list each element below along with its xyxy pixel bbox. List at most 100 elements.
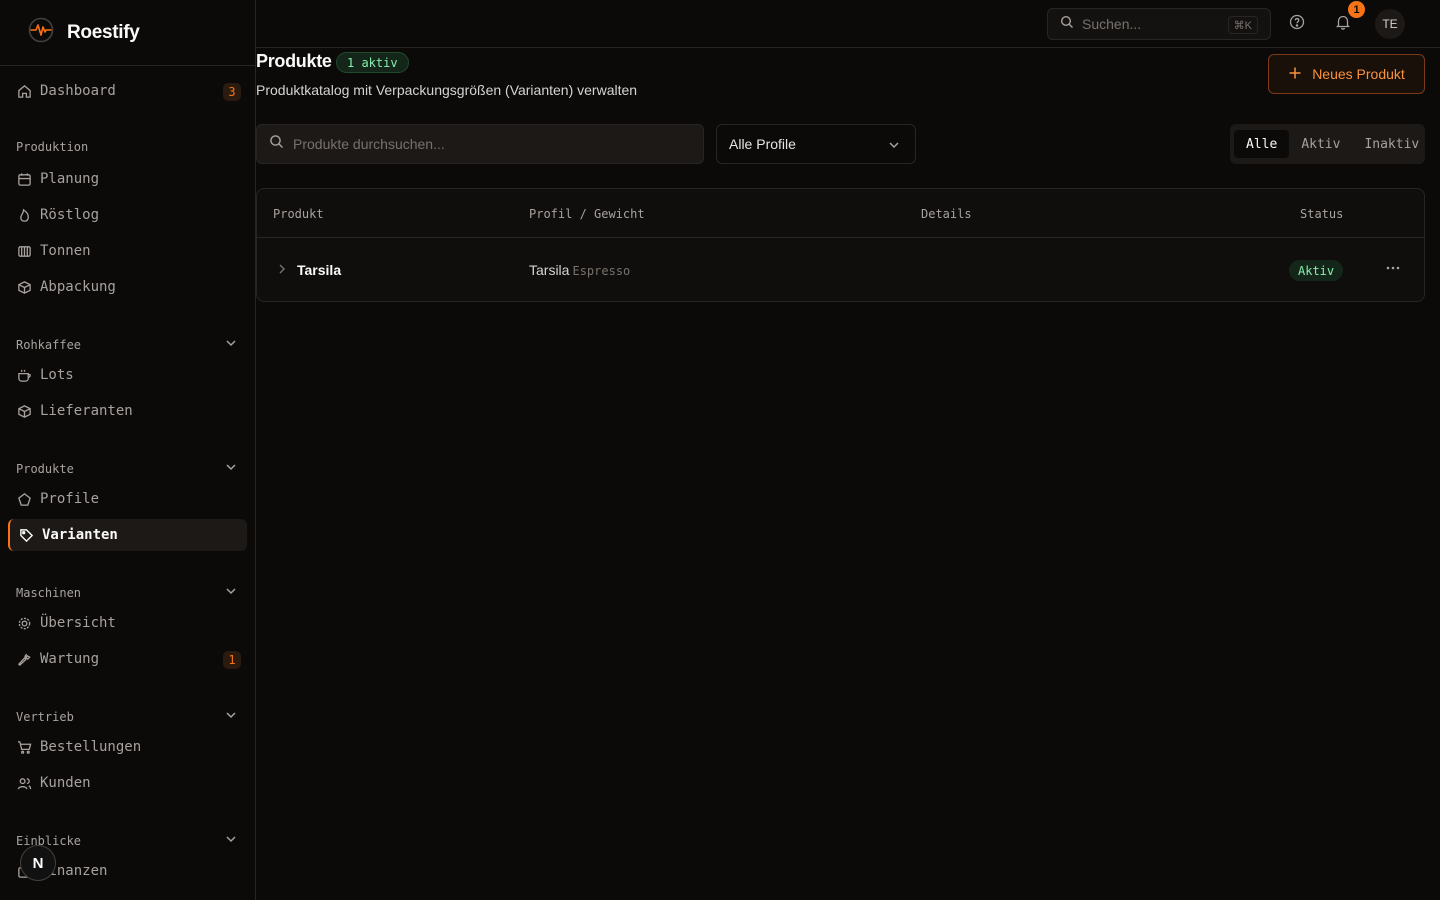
section-vertrieb[interactable]: Vertrieb <box>16 708 240 725</box>
column-header-status[interactable]: Status <box>1300 207 1343 221</box>
dashboard-badge: 3 <box>223 83 241 101</box>
profile-type: Espresso <box>572 264 631 278</box>
chevron-down-icon <box>224 336 240 353</box>
global-search-placeholder: Suchen... <box>1082 16 1142 32</box>
status-filter-alle[interactable]: Alle <box>1234 130 1290 158</box>
shortcut-hint: ⌘K <box>1227 16 1258 34</box>
dev-tools-avatar[interactable]: N <box>20 845 56 881</box>
sidebar-item-label: Übersicht <box>40 615 116 631</box>
chevron-down-icon <box>224 708 240 725</box>
profile-filter-select[interactable]: Alle Profile <box>716 124 916 164</box>
wartung-badge: 1 <box>223 651 241 669</box>
pulse-logo-icon <box>28 17 54 48</box>
page-subtitle: Produktkatalog mit Verpackungsgrößen (Va… <box>256 82 638 98</box>
calendar-icon <box>16 171 32 187</box>
column-header-details: Details <box>921 207 972 221</box>
sidebar-item-label: Lieferanten <box>40 403 133 419</box>
wrench-icon <box>16 651 32 667</box>
sidebar-item-bestellungen[interactable]: Bestellungen <box>8 731 247 763</box>
product-search[interactable] <box>256 124 704 164</box>
brand[interactable]: Roestify <box>0 0 255 66</box>
active-count-badge: 1 aktiv <box>336 52 409 73</box>
product-search-input[interactable] <box>293 136 693 152</box>
new-product-label: Neues Produkt <box>1312 66 1405 82</box>
section-label: Produkte <box>16 461 74 476</box>
status-filter-toggle: Alle Aktiv Inaktiv <box>1230 124 1425 164</box>
sidebar-item-kunden[interactable]: Kunden <box>8 767 247 799</box>
section-maschinen[interactable]: Maschinen <box>16 584 240 601</box>
help-circle-icon <box>1289 14 1305 35</box>
section-produkte[interactable]: Produkte <box>16 460 240 477</box>
sidebar-item-label: Röstlog <box>40 207 100 223</box>
status-badge: Aktiv <box>1289 260 1344 281</box>
sidebar-item-label: Kunden <box>40 775 91 791</box>
search-icon <box>1060 15 1074 34</box>
section-label: Einblicke <box>16 833 82 848</box>
section-rohkaffee[interactable]: Rohkaffee <box>16 336 240 353</box>
sidebar-item-uebersicht[interactable]: Übersicht <box>8 607 247 639</box>
product-profile: Tarsila Espresso <box>529 262 630 278</box>
sidebar-item-label: Varianten <box>42 527 118 543</box>
table-row[interactable]: Tarsila Tarsila Espresso Aktiv <box>257 238 1424 301</box>
chevron-right-icon[interactable] <box>276 262 288 274</box>
sidebar-item-wartung[interactable]: Wartung 1 <box>8 643 247 675</box>
sidebar: Roestify Dashboard 3 Produktion Planung … <box>0 0 256 900</box>
column-header-produkt[interactable]: Produkt <box>273 207 324 221</box>
container-icon <box>16 243 32 259</box>
search-icon <box>269 134 284 154</box>
section-label: Produktion <box>16 140 89 154</box>
sidebar-item-profile[interactable]: Profile <box>8 483 247 515</box>
sidebar-item-label: Planung <box>40 171 100 187</box>
column-header-profil[interactable]: Profil / Gewicht <box>529 207 645 221</box>
sidebar-item-label: Wartung <box>40 651 100 667</box>
profile-name: Tarsila <box>529 262 570 278</box>
shopping-cart-icon <box>16 739 32 755</box>
section-label: Maschinen <box>16 585 82 600</box>
bean-icon <box>16 491 32 507</box>
status-filter-inaktiv[interactable]: Inaktiv <box>1352 130 1431 158</box>
table-header: Produkt Profil / Gewicht Details Status <box>257 189 1424 238</box>
sidebar-item-label: Bestellungen <box>40 739 142 755</box>
sidebar-item-dashboard[interactable]: Dashboard 3 <box>8 75 247 107</box>
chevron-down-icon <box>224 584 240 601</box>
user-avatar[interactable]: TE <box>1375 9 1405 39</box>
sidebar-item-lieferanten[interactable]: Lieferanten <box>8 395 247 427</box>
tag-icon <box>18 527 34 543</box>
packages-icon <box>16 279 32 295</box>
sidebar-item-label: Dashboard <box>40 83 116 99</box>
cog-icon <box>16 615 32 631</box>
sidebar-item-label: Tonnen <box>40 243 91 259</box>
chevron-down-icon <box>224 832 240 849</box>
more-horizontal-icon <box>1385 260 1401 281</box>
sidebar-item-label: Lots <box>40 367 74 383</box>
row-actions-button[interactable] <box>1383 262 1403 278</box>
products-table: Produkt Profil / Gewicht Details Status … <box>256 188 1425 302</box>
sidebar-item-varianten[interactable]: Varianten <box>8 519 247 551</box>
users-icon <box>16 775 32 791</box>
new-product-button[interactable]: Neues Produkt <box>1268 54 1425 94</box>
plus-icon <box>1288 66 1312 83</box>
home-icon <box>16 83 32 99</box>
sidebar-item-label: Abpackung <box>40 279 116 295</box>
chevron-down-icon <box>224 460 240 477</box>
section-label: Vertrieb <box>16 709 74 724</box>
status-filter-aktiv[interactable]: Aktiv <box>1289 130 1352 158</box>
sidebar-item-abpackung[interactable]: Abpackung <box>8 271 247 303</box>
sidebar-item-planung[interactable]: Planung <box>8 163 247 195</box>
page-title: Produkte <box>256 51 332 71</box>
notification-count-badge: 1 <box>1348 1 1365 18</box>
profile-filter-value: Alle Profile <box>729 136 796 152</box>
app-name: Roestify <box>67 21 140 43</box>
help-button[interactable] <box>1285 12 1309 36</box>
section-einblicke[interactable]: Einblicke <box>16 832 240 849</box>
sidebar-item-roestlog[interactable]: Röstlog <box>8 199 247 231</box>
box-icon <box>16 403 32 419</box>
sidebar-item-label: Profile <box>40 491 100 507</box>
coffee-cup-icon <box>16 367 32 383</box>
flame-icon <box>16 207 32 223</box>
sidebar-item-tonnen[interactable]: Tonnen <box>8 235 247 267</box>
sidebar-item-lots[interactable]: Lots <box>8 359 247 391</box>
product-name: Tarsila <box>297 262 342 278</box>
global-search[interactable]: Suchen... ⌘K <box>1047 8 1271 40</box>
section-produktion: Produktion <box>16 140 240 154</box>
